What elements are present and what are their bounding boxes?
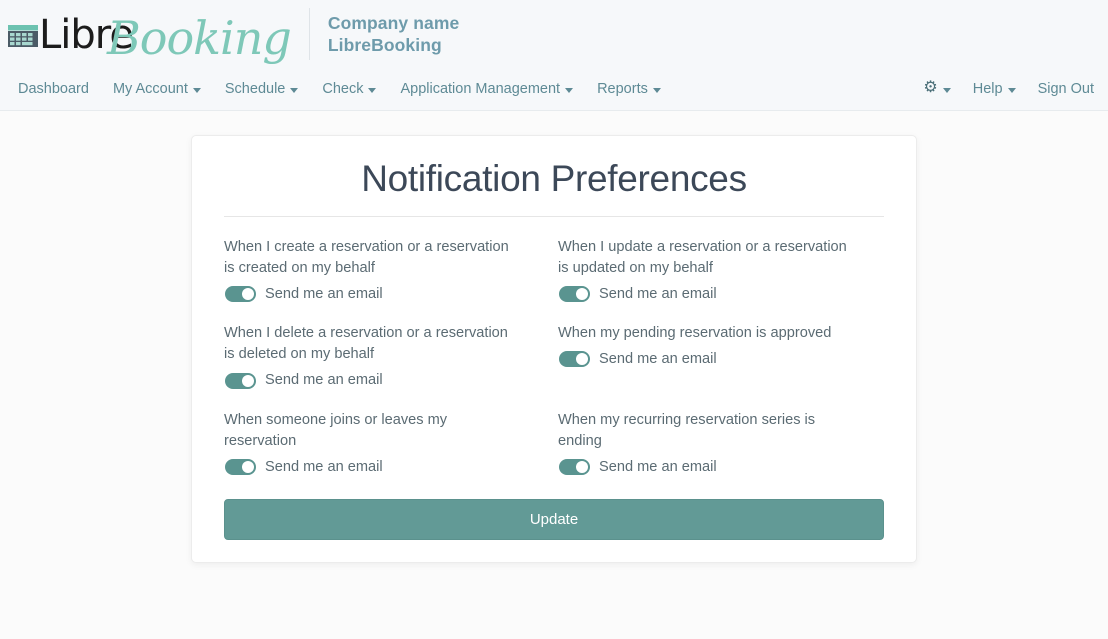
- preference-toggle-row[interactable]: Send me an email: [224, 372, 524, 389]
- preference-label: When my pending reservation is approved: [558, 325, 832, 342]
- nav-item-label: Schedule: [224, 81, 286, 97]
- nav-item-check[interactable]: Check: [310, 75, 388, 103]
- calendar-grid-icon: [8, 25, 38, 47]
- toggle-switch-update-reservation[interactable]: [559, 286, 590, 303]
- nav-item-schedule[interactable]: Schedule: [213, 75, 310, 103]
- toggle-label[interactable]: Send me an email: [265, 373, 383, 388]
- preference-label: When I update a reservation or a reserva…: [558, 239, 847, 277]
- toggle-label[interactable]: Send me an email: [265, 287, 383, 302]
- preference-toggle-row[interactable]: Send me an email: [558, 351, 858, 368]
- gear-icon: ⚙: [923, 79, 938, 96]
- nav-item-label: My Account: [112, 81, 188, 97]
- app-logo[interactable]: Libre Booking: [8, 4, 317, 64]
- nav-item-sign-out[interactable]: Sign Out: [1027, 75, 1094, 103]
- preference-toggle-row[interactable]: Send me an email: [224, 458, 524, 475]
- toggle-label[interactable]: Send me an email: [265, 460, 383, 475]
- toggle-switch-series-ending[interactable]: [559, 458, 590, 475]
- nav-item-label: Application Management: [400, 81, 561, 97]
- navbar-left-group: Dashboard My Account Schedule Check Appl…: [18, 75, 912, 103]
- preference-label: When someone joins or leaves my reservat…: [224, 411, 448, 449]
- toggle-switch-join-leave[interactable]: [225, 458, 256, 475]
- toggle-switch-pending-approved[interactable]: [559, 351, 590, 368]
- navbar-right-group: ⚙ Help Sign Out: [912, 75, 1094, 103]
- notification-preferences-card: Notification Preferences When I create a…: [191, 135, 917, 563]
- toggle-label[interactable]: Send me an email: [599, 352, 717, 367]
- chevron-down-icon: [652, 87, 661, 93]
- chevron-down-icon: [942, 87, 951, 93]
- title-divider: [224, 216, 884, 217]
- preference-toggle-row[interactable]: Send me an email: [558, 286, 858, 303]
- nav-item-label: Help: [972, 81, 1003, 97]
- toggle-switch-create-reservation[interactable]: [225, 286, 256, 303]
- company-label: Company name: [327, 12, 460, 33]
- nav-item-settings[interactable]: ⚙: [912, 75, 961, 103]
- preference-label: When my recurring reservation series is …: [558, 411, 816, 449]
- preference-label: When I delete a reservation or a reserva…: [224, 325, 508, 363]
- logo-word-booking: Booking: [106, 11, 292, 65]
- nav-item-label: Check: [322, 81, 364, 97]
- company-block: Company name LibreBooking: [328, 12, 460, 57]
- page-title: Notification Preferences: [361, 158, 747, 199]
- nav-item-label: Sign Out: [1037, 81, 1094, 97]
- preference-item-update-reservation: When I update a reservation or a reserva…: [558, 237, 884, 303]
- preference-item-create-reservation: When I create a reservation or a reserva…: [224, 237, 550, 303]
- preference-item-join-leave: When someone joins or leaves my reservat…: [224, 410, 550, 475]
- preferences-grid: When I create a reservation or a reserva…: [224, 237, 884, 496]
- nav-item-label: Dashboard: [18, 81, 89, 97]
- chevron-down-icon: [290, 87, 299, 93]
- chevron-down-icon: [1007, 87, 1016, 93]
- chevron-down-icon: [565, 87, 574, 93]
- preference-toggle-row[interactable]: Send me an email: [558, 458, 858, 475]
- toggle-label[interactable]: Send me an email: [599, 460, 717, 475]
- company-name: LibreBooking: [327, 35, 442, 55]
- brand-header: Libre Booking Company name LibreBooking: [0, 0, 1108, 68]
- nav-item-label: Reports: [597, 81, 648, 97]
- page-body: Notification Preferences When I create a…: [0, 111, 1108, 563]
- preference-toggle-row[interactable]: Send me an email: [224, 286, 524, 303]
- nav-item-my-account[interactable]: My Account: [101, 75, 213, 103]
- preference-label: When I create a reservation or a reserva…: [224, 239, 509, 277]
- toggle-label[interactable]: Send me an email: [599, 287, 717, 302]
- nav-item-application-management[interactable]: Application Management: [388, 75, 585, 103]
- chevron-down-icon: [368, 87, 377, 93]
- toggle-switch-delete-reservation[interactable]: [225, 372, 256, 389]
- preference-item-series-ending: When my recurring reservation series is …: [558, 410, 884, 475]
- nav-item-reports[interactable]: Reports: [585, 75, 673, 103]
- preference-item-delete-reservation: When I delete a reservation or a reserva…: [224, 323, 550, 389]
- main-navbar: Dashboard My Account Schedule Check Appl…: [0, 68, 1108, 111]
- update-button[interactable]: Update: [224, 498, 884, 540]
- chevron-down-icon: [192, 87, 201, 93]
- nav-item-dashboard[interactable]: Dashboard: [18, 75, 101, 103]
- nav-item-help[interactable]: Help: [962, 75, 1027, 103]
- preference-item-pending-approved: When my pending reservation is approved …: [558, 323, 884, 388]
